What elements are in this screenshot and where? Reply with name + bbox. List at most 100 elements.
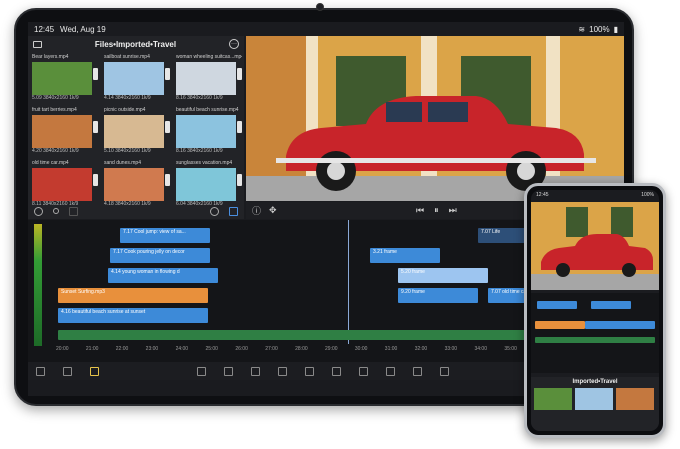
status-time: 12:45 [34,24,55,34]
battery-icon: ▮ [613,24,618,34]
clip-meta: 8.16 3840x2160 1k/9 [176,95,223,101]
product-composite: 12:45 Wed, Aug 19 ≋ 100% ▮ Files•Importe… [0,0,680,449]
clip-flag-icon [237,68,242,80]
select-icon[interactable] [34,206,43,216]
media-browser: Files•Imported•Travel ··· Bear layers.mp… [28,36,244,219]
phone-status-bar: 12:45 100% [531,190,659,199]
phone-browser-title: Imported•Travel [572,379,618,385]
overwrite-icon[interactable] [305,366,314,376]
add-icon[interactable] [197,366,206,376]
timeline-clip[interactable]: 4.16 beautiful beach sunrise at sunset [58,308,208,323]
timeline-clip[interactable]: 5.20 frame [398,268,488,283]
clip-name: sand dunes.mp4 [104,160,141,166]
clip-image [104,115,164,148]
viewer-frame [246,36,624,201]
ruler-tick: 33:00 [444,346,458,352]
insert-icon[interactable] [332,366,341,376]
phone-timeline[interactable] [531,293,659,373]
status-bar: 12:45 Wed, Aug 19 ≋ 100% ▮ [28,22,624,36]
clip-image [104,168,164,201]
clip-image [104,62,164,95]
library-icon[interactable] [63,366,72,376]
phone-thumb[interactable] [534,388,572,410]
timeline-clip[interactable]: 3.21 frame [370,248,440,263]
info-icon[interactable]: ⓘ [252,204,261,217]
timeline-clip[interactable]: 9.20 frame [398,288,478,303]
clip-flag-icon [165,68,170,80]
playhead[interactable] [348,220,349,344]
clip-image [32,168,92,201]
select-tool-icon[interactable] [359,366,368,376]
ruler-tick: 20:00 [56,346,69,352]
title-icon[interactable] [224,366,233,376]
clip-thumbnail[interactable]: picnic outside.mp4 5.10 3840x2160 1k/9 [104,107,170,157]
ruler-tick: 23:00 [145,346,159,352]
clip-flag-icon [237,121,242,133]
status-date: Wed, Aug 19 [60,24,106,34]
search-icon[interactable] [210,206,219,216]
battery-level: 100% [589,24,610,34]
transform-icon[interactable]: ✥ [269,205,277,216]
clip-name: fruit tart berries.mp4 [32,107,77,113]
phone-audio-clip[interactable] [535,337,655,343]
pen-icon[interactable] [251,366,260,376]
phone-clip[interactable] [591,301,631,309]
clip-flag-icon [165,121,170,133]
ruler-tick: 34:00 [474,346,487,352]
clip-meta: 4.14 3840x2160 1k/9 [104,95,151,101]
clip-thumbnail[interactable]: Bear layers.mp4 5.09 3840x2160 1k/9 [32,54,98,104]
clip-grid: Bear layers.mp4 5.09 3840x2160 1k/9 sailbo… [32,54,242,210]
view-mode-icon[interactable] [229,206,238,216]
record-voice-icon[interactable] [413,366,422,376]
record-icon[interactable] [53,208,59,214]
trash-icon[interactable] [69,206,78,216]
more-options-icon[interactable]: ··· [229,39,239,49]
clip-meta: 5.09 3840x2160 1k/9 [32,95,79,101]
phone-viewer-frame [531,202,659,290]
phone-clip[interactable] [537,301,577,309]
clip-thumbnail[interactable]: fruit tart berries.mp4 4.20 3840x2160 1k/… [32,107,98,157]
pause-icon[interactable]: ⏸ [434,205,439,216]
phone-thumb[interactable] [616,388,654,410]
phone-clip[interactable] [585,321,655,329]
clip-thumbnail[interactable]: sailboat sunrise.mp4 4.14 3840x2160 1k/9 [104,54,170,104]
delete-icon[interactable] [440,366,449,376]
clip-image [32,62,92,95]
clip-flag-icon [93,121,98,133]
video-viewer[interactable] [246,36,624,201]
clip-flag-icon [237,174,242,186]
ruler-tick: 32:00 [414,346,428,352]
export-icon[interactable] [36,366,45,376]
ruler-tick: 29:00 [325,346,338,352]
skip-forward-icon[interactable]: ⏭ [449,205,457,216]
clip-thumbnail[interactable]: beautiful beach sunrise.mp4 8.16 3840x216… [176,107,242,157]
audio-meter [34,224,42,346]
front-camera [316,3,324,11]
clip-thumbnail[interactable]: woman wheeling suitcas...mp4 8.16 3840x21… [176,54,242,104]
phone-browser: Imported•Travel [531,377,659,431]
clip-image [176,62,236,95]
timeline-clip[interactable]: 7.17 Cook pouring jelly on decor [110,248,210,263]
timeline-clip[interactable]: 7.17 Cool jump: view of sa... [120,228,210,243]
phone-thumb[interactable] [575,388,613,410]
clip-name: old time car.mp4 [32,160,69,166]
ruler-tick: 26:00 [235,346,248,352]
timeline-clip[interactable]: Sunset Surfing.mp3 [58,288,208,303]
timeline-clip[interactable]: 4.14 young woman in flowing d [108,268,218,283]
timeline-icon[interactable] [90,366,99,376]
clip-name: sunglasses vacation.mp4 [176,160,233,166]
clip-name: beautiful beach sunrise.mp4 [176,107,239,113]
phone-viewer[interactable] [531,202,659,290]
phone-device: 12:45 100% Imported•Travel [524,183,666,438]
clip-meta: 4.20 3840x2160 1k/9 [32,148,79,154]
folder-icon[interactable] [33,40,42,48]
clip-meta: 8.16 3840x2160 1k/9 [176,148,223,154]
ruler-tick: 31:00 [384,346,398,352]
clip-meta: 5.10 3840x2160 1k/9 [104,148,151,154]
cut-icon[interactable] [386,366,395,376]
phone-clip[interactable] [535,321,585,329]
phone-battery: 100% [641,191,654,198]
phone-status-time: 12:45 [536,191,549,198]
camera-icon[interactable] [278,366,287,376]
skip-back-icon[interactable]: ⏮ [416,205,424,216]
